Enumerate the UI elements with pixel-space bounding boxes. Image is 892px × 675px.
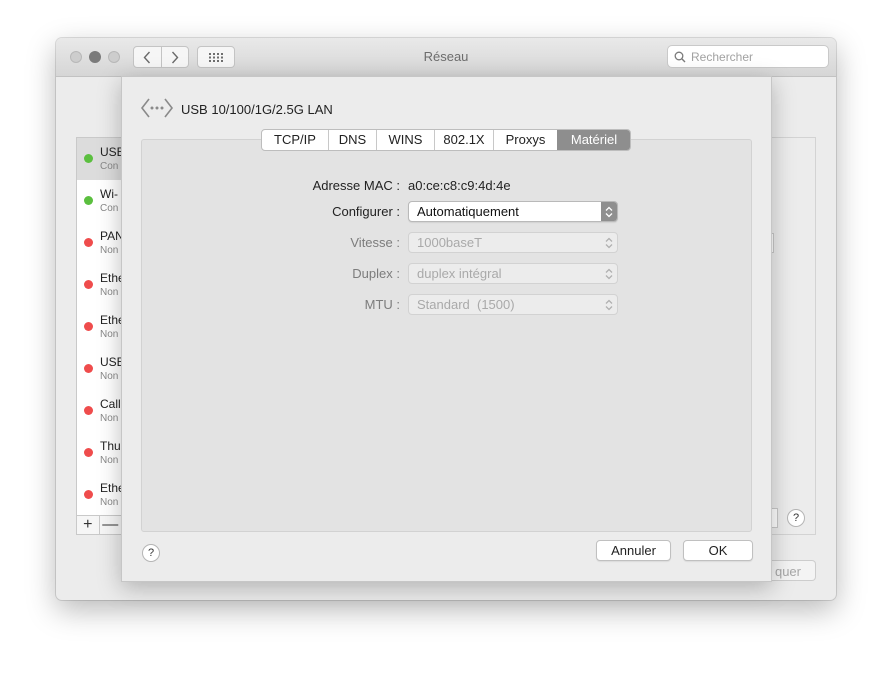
service-status: Non (100, 497, 119, 508)
speed-value: 1000baseT (417, 235, 483, 250)
mac-address-value: a0:ce:c8:c9:4d:4e (408, 178, 511, 193)
background-help-button[interactable]: ? (787, 509, 805, 527)
duplex-value: duplex intégral (417, 266, 502, 281)
list-item[interactable]: Ethe Non (77, 306, 121, 348)
list-item[interactable]: USB Con (77, 138, 121, 180)
list-item[interactable]: USB Non (77, 348, 121, 390)
tab-content-panel (141, 139, 752, 532)
service-status: Non (100, 287, 119, 298)
service-name: USB (100, 355, 121, 369)
speed-popup: 1000baseT (408, 232, 618, 253)
updown-arrows-icon (601, 264, 617, 283)
mtu-label: MTU : (364, 297, 400, 312)
list-item[interactable]: Ethe Non (77, 264, 121, 306)
updown-arrows-icon (601, 233, 617, 252)
service-name: Thu (100, 439, 121, 453)
service-status: Con (100, 203, 119, 214)
list-item[interactable]: PAN Non (77, 222, 121, 264)
status-dot-icon (84, 322, 93, 331)
tab-materiel[interactable]: Matériel (557, 130, 630, 150)
tab-dns[interactable]: DNS (328, 130, 376, 150)
remove-service-button[interactable]: — (98, 516, 122, 534)
service-status: Non (100, 371, 119, 382)
service-status: Con (100, 161, 119, 172)
help-button[interactable]: ? (142, 544, 160, 562)
status-dot-icon (84, 238, 93, 247)
updown-arrows-icon (601, 202, 617, 221)
mtu-popup: Standard (1500) (408, 294, 618, 315)
service-name: Wi- (100, 187, 118, 201)
apply-button-label: quer (774, 564, 801, 579)
service-name: Call (100, 397, 121, 411)
list-item[interactable]: Wi- Con (77, 180, 121, 222)
configure-label: Configurer : (332, 204, 400, 219)
mac-address-label: Adresse MAC : (312, 178, 400, 193)
add-service-button[interactable]: + (77, 516, 99, 534)
search-field[interactable] (667, 45, 829, 68)
tab-8021x[interactable]: 802.1X (434, 130, 493, 150)
configure-value: Automatiquement (417, 204, 519, 219)
updown-arrows-icon (601, 295, 617, 314)
tab-proxys[interactable]: Proxys (493, 130, 557, 150)
status-dot-icon (84, 280, 93, 289)
status-dot-icon (84, 448, 93, 457)
list-item[interactable]: Ethe Non (77, 474, 121, 516)
speed-label: Vitesse : (350, 235, 400, 250)
duplex-label: Duplex : (352, 266, 400, 281)
ok-button[interactable]: OK (683, 540, 753, 561)
interface-name: USB 10/100/1G/2.5G LAN (181, 102, 333, 117)
tab-wins[interactable]: WINS (376, 130, 434, 150)
duplex-popup: duplex intégral (408, 263, 618, 284)
hardware-settings-sheet: USB 10/100/1G/2.5G LAN TCP/IP DNS WINS 8… (121, 76, 772, 582)
service-status: Non (100, 245, 119, 256)
status-dot-icon (84, 364, 93, 373)
list-item[interactable]: Call Non (77, 390, 121, 432)
service-name: Ethe (100, 313, 121, 327)
service-name: PAN (100, 229, 122, 243)
network-services-list: USBConWi-ConPANNonEtheNonEtheNonUSBNonCa… (76, 137, 122, 535)
tab-tcpip[interactable]: TCP/IP (262, 130, 328, 150)
status-dot-icon (84, 406, 93, 415)
network-interface-icon (140, 97, 174, 122)
list-controls: + — (76, 515, 122, 535)
status-dot-icon (84, 196, 93, 205)
search-input[interactable] (691, 49, 821, 64)
tab-bar: TCP/IP DNS WINS 802.1X Proxys Matériel (261, 129, 631, 151)
title-bar: Réseau (56, 38, 836, 77)
service-name: USB (100, 145, 121, 159)
cancel-button[interactable]: Annuler (596, 540, 671, 561)
service-name: Ethe (100, 481, 121, 495)
service-status: Non (100, 413, 119, 424)
mtu-value: Standard (1500) (417, 297, 515, 312)
search-icon (674, 51, 686, 62)
service-status: Non (100, 455, 119, 466)
status-dot-icon (84, 490, 93, 499)
status-dot-icon (84, 154, 93, 163)
list-item[interactable]: Thu Non (77, 432, 121, 474)
service-status: Non (100, 329, 119, 340)
configure-popup[interactable]: Automatiquement (408, 201, 618, 222)
service-name: Ethe (100, 271, 121, 285)
